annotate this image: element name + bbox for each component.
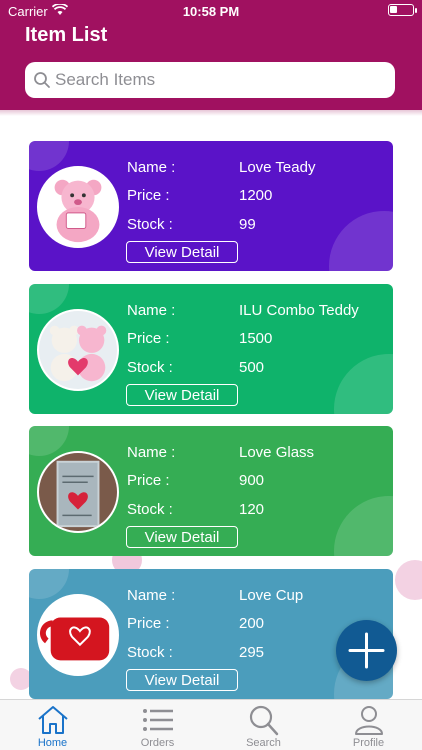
tab-search[interactable]: Search xyxy=(211,700,316,750)
item-image xyxy=(37,309,119,391)
cup-icon xyxy=(39,596,117,674)
item-name: ILU Combo Teddy xyxy=(239,302,359,319)
name-label: Name : xyxy=(127,159,176,176)
stock-label: Stock : xyxy=(127,359,173,376)
list-icon xyxy=(143,709,173,731)
card-decoration xyxy=(329,211,393,271)
teddy-couple-icon xyxy=(39,311,117,389)
view-detail-button[interactable]: View Detail xyxy=(126,669,238,691)
tab-profile-label: Profile xyxy=(352,737,385,749)
tab-search-label: Search xyxy=(246,737,281,749)
stock-label: Stock : xyxy=(127,644,173,661)
card-decoration xyxy=(29,569,69,599)
view-detail-button[interactable]: View Detail xyxy=(126,526,238,548)
app-header: Carrier 10:58 PM Item List xyxy=(0,0,422,110)
card-decoration xyxy=(29,426,69,456)
item-card[interactable]: Name : Love Cup Price : 200 Stock : 295 … xyxy=(29,569,393,699)
price-label: Price : xyxy=(127,472,170,489)
price-label: Price : xyxy=(127,330,170,347)
stock-label: Stock : xyxy=(127,501,173,518)
tab-profile[interactable]: Profile xyxy=(316,700,421,750)
item-price: 900 xyxy=(239,472,265,489)
item-stock: 120 xyxy=(239,501,265,518)
teddy-bear-icon xyxy=(39,168,117,246)
name-label: Name : xyxy=(127,587,176,604)
item-name: Love Glass xyxy=(239,444,315,461)
item-card[interactable]: Name : ILU Combo Teddy Price : 1500 Stoc… xyxy=(29,284,393,414)
item-name: Love Cup xyxy=(239,587,304,604)
card-decoration xyxy=(334,354,393,414)
header-shadow xyxy=(0,110,422,116)
item-price: 1500 xyxy=(239,330,273,347)
tab-orders-label: Orders xyxy=(140,737,175,749)
tab-home-label: Home xyxy=(37,737,68,749)
battery-icon xyxy=(388,4,417,16)
price-label: Price : xyxy=(127,615,170,632)
page-title: Item List xyxy=(25,24,108,46)
card-decoration xyxy=(29,141,69,171)
card-decoration xyxy=(334,496,393,556)
status-time: 10:58 PM xyxy=(182,4,240,19)
view-detail-button[interactable]: View Detail xyxy=(126,241,238,263)
item-card[interactable]: Name : Love Teady Price : 1200 Stock : 9… xyxy=(29,141,393,271)
status-bar: Carrier 10:58 PM xyxy=(0,0,422,22)
background-bubble xyxy=(395,560,422,600)
glass-icon xyxy=(39,453,117,531)
search-bar[interactable] xyxy=(25,62,395,98)
user-icon xyxy=(355,706,383,735)
item-price: 200 xyxy=(239,615,265,632)
price-label: Price : xyxy=(127,187,170,204)
search-icon xyxy=(34,72,50,88)
search-icon xyxy=(249,705,279,736)
item-stock: 500 xyxy=(239,359,265,376)
plus-icon xyxy=(348,632,385,669)
tab-home[interactable]: Home xyxy=(0,700,105,750)
item-image xyxy=(37,594,119,676)
item-stock: 99 xyxy=(239,216,256,233)
item-card[interactable]: Name : Love Glass Price : 900 Stock : 12… xyxy=(29,426,393,556)
add-item-button[interactable] xyxy=(336,620,397,681)
stock-label: Stock : xyxy=(127,216,173,233)
home-icon xyxy=(38,706,68,734)
name-label: Name : xyxy=(127,302,176,319)
item-image xyxy=(37,451,119,533)
card-decoration xyxy=(29,284,69,314)
name-label: Name : xyxy=(127,444,176,461)
item-name: Love Teady xyxy=(239,159,316,176)
item-image xyxy=(37,166,119,248)
tab-orders[interactable]: Orders xyxy=(105,700,210,750)
item-stock: 295 xyxy=(239,644,265,661)
tab-bar: Home Orders Search Profile xyxy=(0,699,422,750)
item-price: 1200 xyxy=(239,187,273,204)
search-input[interactable] xyxy=(55,65,385,95)
view-detail-button[interactable]: View Detail xyxy=(126,384,238,406)
